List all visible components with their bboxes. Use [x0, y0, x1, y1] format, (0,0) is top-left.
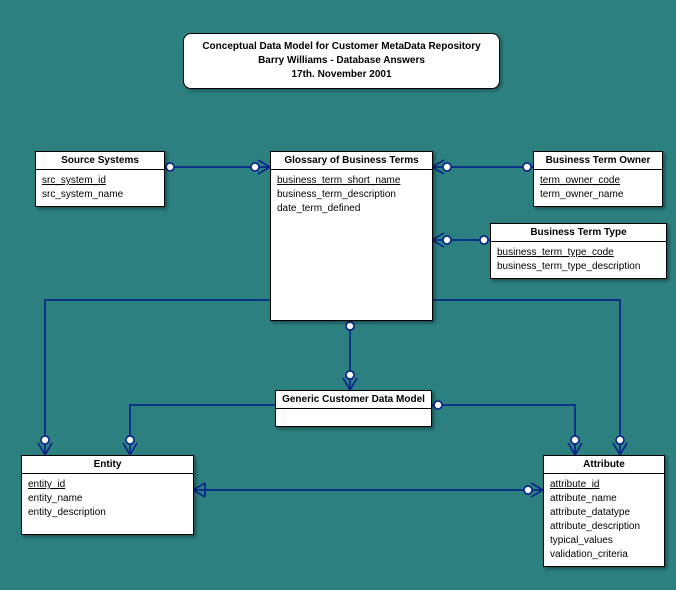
entity-attr: term_owner_name: [540, 188, 656, 202]
entity-attr: business_term_type_description: [497, 260, 660, 274]
entity-attr: term_owner_code: [540, 174, 656, 188]
entity-header: Source Systems: [36, 152, 164, 170]
entity-header: Attribute: [544, 456, 664, 474]
entity-entity: Entity entity_id entity_name entity_desc…: [21, 455, 194, 535]
entity-header: Glossary of Business Terms: [271, 152, 432, 170]
entity-header: Business Term Type: [491, 224, 666, 242]
diagram-title: Conceptual Data Model for Customer MetaD…: [183, 33, 500, 89]
entity-attr: src_system_name: [42, 188, 158, 202]
entity-attr: entity_id: [28, 478, 187, 492]
entity-term-type: Business Term Type business_term_type_co…: [490, 223, 667, 279]
entity-attr: entity_name: [28, 492, 187, 506]
title-line-2: Barry Williams - Database Answers: [196, 54, 487, 68]
entity-attr: validation_criteria: [550, 548, 658, 562]
entity-attr: attribute_id: [550, 478, 658, 492]
entity-attr: attribute_name: [550, 492, 658, 506]
entity-attr: business_term_type_code: [497, 246, 660, 260]
entity-header: Generic Customer Data Model: [276, 391, 431, 409]
entity-attr: business_term_description: [277, 188, 426, 202]
entity-attr: typical_values: [550, 534, 658, 548]
entity-attr: src_system_id: [42, 174, 158, 188]
entity-term-owner: Business Term Owner term_owner_code term…: [533, 151, 663, 207]
entity-attr: business_term_short_name: [277, 174, 426, 188]
entity-header: Entity: [22, 456, 193, 474]
entity-header: Business Term Owner: [534, 152, 662, 170]
entity-glossary: Glossary of Business Terms business_term…: [270, 151, 433, 321]
title-line-3: 17th. November 2001: [196, 68, 487, 82]
title-line-1: Conceptual Data Model for Customer MetaD…: [196, 40, 487, 54]
entity-attr: attribute_datatype: [550, 506, 658, 520]
entity-attr: entity_description: [28, 506, 187, 520]
entity-source-systems: Source Systems src_system_id src_system_…: [35, 151, 165, 207]
entity-generic-model: Generic Customer Data Model: [275, 390, 432, 427]
entity-attr: date_term_defined: [277, 202, 426, 216]
entity-attribute: Attribute attribute_id attribute_name at…: [543, 455, 665, 567]
entity-attr: attribute_description: [550, 520, 658, 534]
